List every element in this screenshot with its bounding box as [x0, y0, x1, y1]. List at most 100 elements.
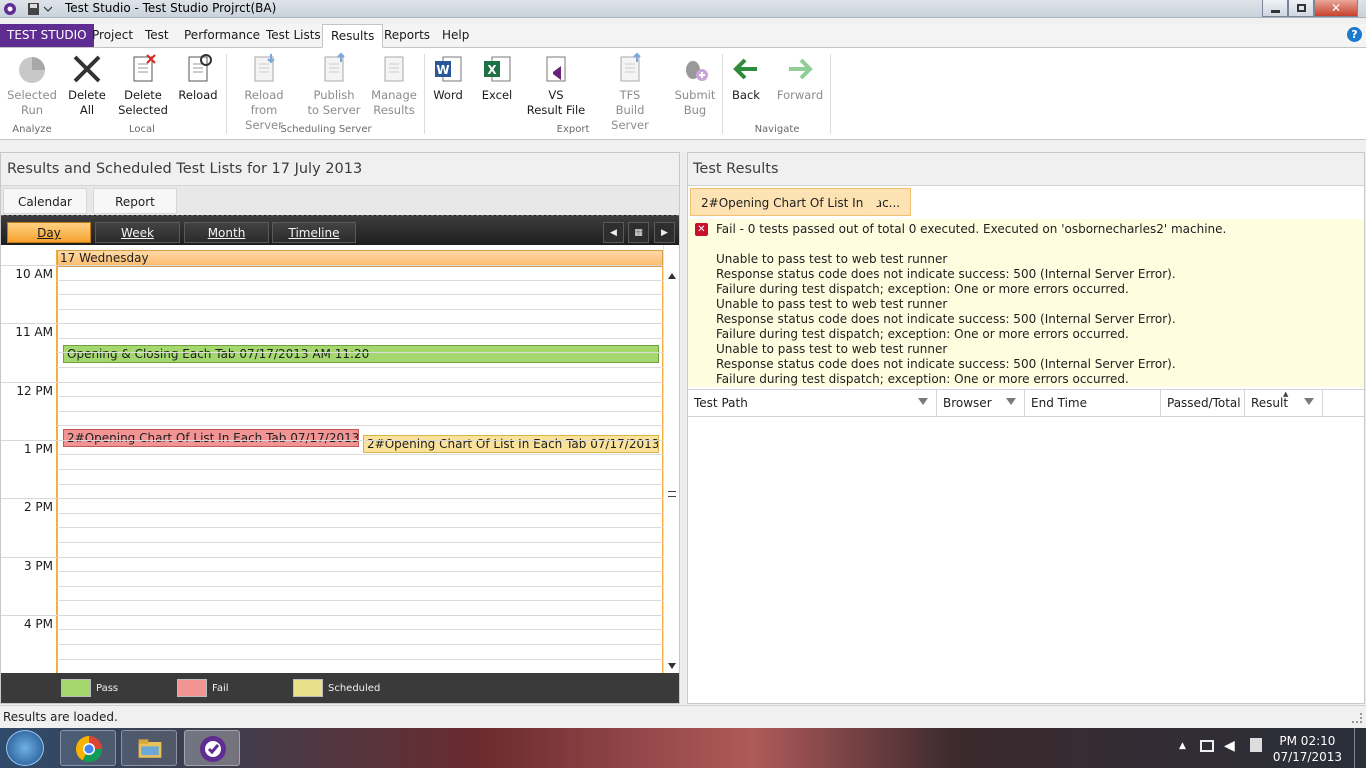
- quarter-divider: [57, 308, 663, 310]
- hour-label: 2 PM: [23, 500, 53, 515]
- tab-test[interactable]: Test: [137, 24, 177, 47]
- taskbar-explorer[interactable]: [121, 730, 177, 766]
- appointment-scheduled[interactable]: 2#Opening Chart Of List In Each Tab 07/1…: [363, 435, 659, 453]
- resize-grip-icon[interactable]: [1352, 713, 1362, 723]
- hour-label: 10 AM: [15, 267, 53, 281]
- show-desktop-button[interactable]: [1354, 728, 1366, 768]
- hour-label: 12 PM: [16, 383, 53, 398]
- column-label: Browser: [943, 396, 992, 410]
- column-result[interactable]: Result ▲: [1245, 390, 1323, 417]
- tfs-build-server-button[interactable]: TFS Build Server: [596, 52, 664, 133]
- calendar-grid-icon[interactable]: ▦: [628, 222, 649, 243]
- delete-all-button[interactable]: Delete All: [64, 52, 110, 118]
- column-label: End Time: [1031, 396, 1087, 410]
- vs-result-file-button[interactable]: VS Result File: [526, 52, 586, 118]
- app-gear-icon[interactable]: [2, 1, 18, 17]
- ribbon-separator: [722, 54, 723, 134]
- scroll-up-icon[interactable]: [668, 273, 676, 279]
- excel-button[interactable]: X Excel: [476, 52, 518, 103]
- view-month-button[interactable]: Month: [184, 222, 269, 243]
- error-line: Unable to pass test to web test runner: [716, 252, 948, 266]
- reload-from-server-button[interactable]: Reload from Server: [232, 52, 296, 133]
- scroll-grip-icon[interactable]: [668, 491, 676, 497]
- help-icon[interactable]: ?: [1347, 27, 1362, 42]
- submit-bug-button[interactable]: Submit Bug: [672, 52, 718, 118]
- column-passed-total[interactable]: Passed/Total: [1161, 390, 1245, 417]
- group-export-label: Export: [556, 124, 590, 135]
- status-text: Results are loaded.: [3, 710, 118, 724]
- quick-access-save-icon[interactable]: [24, 1, 54, 17]
- result-message-box: ✕ Fail - 0 tests passed out of total 0 e…: [688, 219, 1364, 387]
- view-week-button[interactable]: Week: [95, 222, 180, 243]
- ribbon: Selected Run Delete All Delete Selected …: [0, 48, 1366, 140]
- word-icon: W: [435, 56, 462, 82]
- hour-divider: [1, 614, 663, 616]
- taskbar-test-studio[interactable]: [184, 730, 240, 766]
- quarter-divider: [57, 658, 663, 660]
- tray-time: PM 02:10: [1279, 734, 1336, 748]
- prev-arrow-icon[interactable]: ◀: [603, 222, 624, 243]
- test-studio-icon: [200, 736, 226, 762]
- column-label: Test Path: [694, 396, 748, 410]
- tab-reports[interactable]: Reports: [376, 24, 438, 47]
- tab-performance[interactable]: Performance: [176, 24, 268, 47]
- manage-results-button[interactable]: Manage Results: [368, 52, 420, 118]
- chrome-icon: [75, 736, 103, 763]
- tab-project[interactable]: Project: [84, 24, 141, 47]
- column-end-time[interactable]: End Time: [1025, 390, 1161, 417]
- appointment-pass[interactable]: Opening & Closing Each Tab 07/17/2013 AM…: [63, 345, 659, 363]
- taskbar-chrome[interactable]: [60, 730, 116, 766]
- reload-button[interactable]: Reload: [176, 52, 220, 103]
- next-arrow-icon[interactable]: ▶: [654, 222, 675, 243]
- calendar-scrollbar[interactable]: [663, 245, 679, 673]
- word-button[interactable]: W Word: [428, 52, 468, 103]
- view-timeline-button[interactable]: Timeline: [272, 222, 356, 243]
- column-test-path[interactable]: Test Path: [688, 390, 937, 417]
- tab-calendar[interactable]: Calendar: [3, 188, 87, 214]
- volume-icon[interactable]: ◀: [1224, 738, 1235, 754]
- quarter-divider: [57, 352, 663, 354]
- tab-results[interactable]: Results: [322, 24, 384, 48]
- tray-arrow-icon[interactable]: ▲: [1179, 741, 1186, 751]
- filter-icon[interactable]: [918, 398, 928, 405]
- filter-icon[interactable]: [1006, 398, 1016, 405]
- tfs-icon: [620, 52, 641, 82]
- result-summary: Fail - 0 tests passed out of total 0 exe…: [716, 222, 1227, 236]
- publish-to-server-button[interactable]: Publish to Server: [306, 52, 362, 118]
- tab-test-studio[interactable]: TEST STUDIO: [0, 24, 94, 47]
- svg-text:W: W: [436, 63, 449, 77]
- back-button[interactable]: Back: [726, 52, 766, 103]
- quarter-divider: [57, 425, 663, 427]
- close-button[interactable]: ✕: [1314, 0, 1358, 17]
- selected-run-button[interactable]: Selected Run: [6, 52, 58, 118]
- back-label: Back: [732, 88, 760, 102]
- day-calendar[interactable]: 17 Wednesday Opening & Closing Each Tab …: [1, 245, 679, 673]
- panel-splitter[interactable]: [681, 152, 686, 704]
- submit-bug-label: Submit Bug: [674, 88, 716, 117]
- reload-label: Reload: [178, 88, 218, 102]
- tray-clock[interactable]: PM 02:10 07/17/2013: [1273, 733, 1342, 765]
- start-button[interactable]: [6, 730, 44, 766]
- scroll-down-icon[interactable]: [668, 663, 676, 669]
- legend-fail-swatch: [177, 679, 207, 697]
- hour-divider: [1, 556, 663, 558]
- delete-selected-button[interactable]: Delete Selected: [116, 52, 170, 118]
- network-icon[interactable]: [1200, 740, 1214, 752]
- calendar-view-bar: Day Week Month Timeline ◀ ▦ ▶: [1, 215, 679, 245]
- group-local-label: Local: [129, 124, 155, 135]
- forward-button[interactable]: Forward: [776, 52, 824, 103]
- group-analyze-label: Analyze: [12, 124, 52, 135]
- view-day-button[interactable]: Day: [7, 222, 91, 243]
- pie-chart-icon: [19, 57, 45, 83]
- tab-test-lists[interactable]: Test Lists: [258, 24, 329, 47]
- filter-icon[interactable]: [1304, 398, 1314, 405]
- appointment-fail[interactable]: 2#Opening Chart Of List In Each Tab 07/1…: [63, 429, 359, 447]
- delete-selected-label: Delete Selected: [118, 88, 168, 117]
- maximize-button[interactable]: [1288, 0, 1314, 17]
- tab-help[interactable]: Help: [434, 24, 477, 47]
- tab-report[interactable]: Report: [93, 188, 177, 214]
- windows-taskbar: ▲ ◀ PM 02:10 07/17/2013: [0, 728, 1366, 768]
- column-browser[interactable]: Browser: [937, 390, 1025, 417]
- flag-icon[interactable]: [1250, 738, 1262, 752]
- minimize-button[interactable]: [1262, 0, 1288, 17]
